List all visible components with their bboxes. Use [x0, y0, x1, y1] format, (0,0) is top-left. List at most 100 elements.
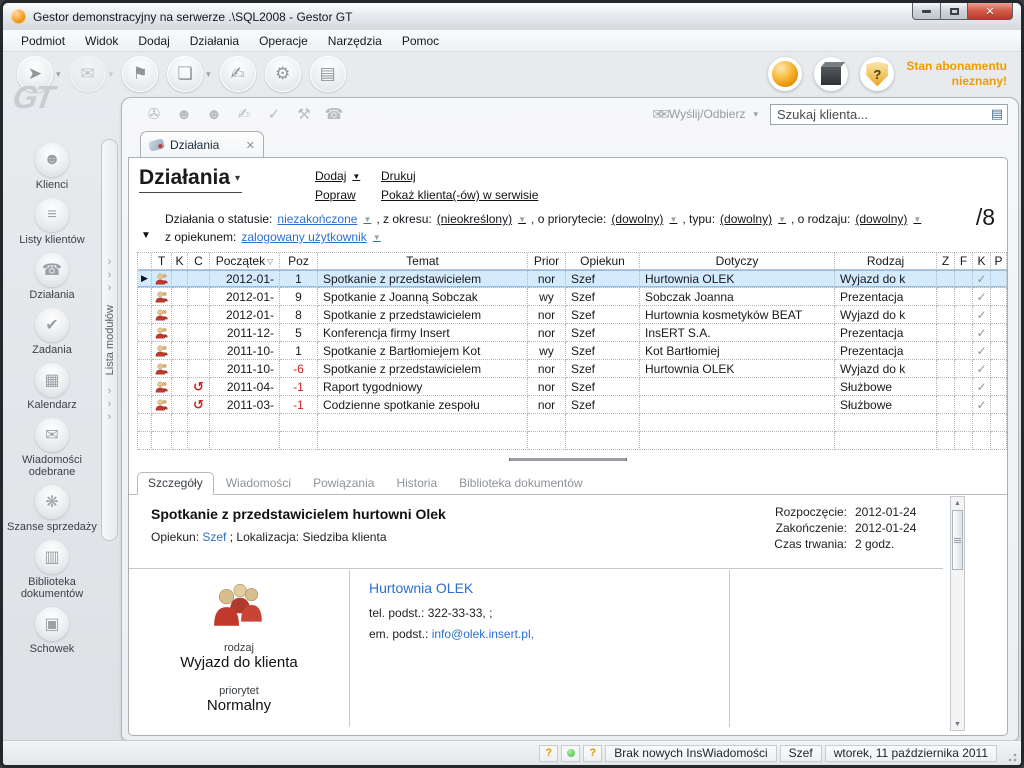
column-header-poczatek[interactable]: Początek▽: [210, 253, 280, 270]
quick-task-add-icon[interactable]: ✓: [262, 103, 286, 125]
send-message-icon[interactable]: ✉: [70, 56, 106, 92]
detail-tab-wiadomo-ci[interactable]: Wiadomości: [216, 473, 301, 494]
edit-icon[interactable]: ✍: [220, 56, 256, 92]
column-header-z[interactable]: Z: [937, 253, 955, 270]
send-receive-button[interactable]: ✉✉ Wyślij/Odbierz ▾: [652, 106, 758, 123]
sidebar-item-schowek[interactable]: ▣Schowek: [7, 607, 97, 655]
print-link[interactable]: Drukuj: [381, 169, 538, 183]
column-header-temat[interactable]: Temat: [318, 253, 528, 270]
minimize-button[interactable]: [912, 3, 941, 20]
quick-phone-icon[interactable]: ☎: [322, 103, 346, 125]
online-sphere-icon[interactable]: [768, 57, 802, 91]
sidebar-item-wiadomo-ci-odebrane[interactable]: ✉Wiadomości odebrane: [7, 418, 97, 478]
quick-client-icon[interactable]: ☻: [172, 103, 196, 125]
table-row-5[interactable]: 2011-10-1Spotkanie z Bartłomiejem KotwyS…: [138, 342, 1007, 360]
filter-expand-toggle[interactable]: ▼: [141, 230, 151, 241]
cell-z: [937, 270, 955, 288]
table-horizontal-scrollbar[interactable]: [509, 458, 627, 463]
detail-tab-szczeg-y[interactable]: Szczegóły: [137, 472, 214, 495]
sidebar-item-biblioteka-dokument-w[interactable]: ▥Biblioteka dokumentów: [7, 540, 97, 600]
column-header-rodzaj[interactable]: Rodzaj: [835, 253, 937, 270]
table-row-1[interactable]: ▶2012-01-1Spotkanie z przedstawicielemno…: [138, 270, 1007, 288]
add-link[interactable]: Dodaj▼: [315, 169, 360, 183]
column-header-p[interactable]: P: [991, 253, 1007, 270]
package-cube-icon[interactable]: [814, 57, 848, 91]
quick-note-edit-icon[interactable]: ✍: [232, 103, 256, 125]
tab-dzialania[interactable]: Działania ✕: [140, 131, 264, 158]
detail-scrollbar-thumb[interactable]: [952, 510, 963, 570]
show-client-service-link[interactable]: Pokaż klienta(-ów) w serwisie: [381, 188, 538, 202]
email-link[interactable]: info@olek.insert.pl,: [432, 627, 534, 641]
column-header-poz[interactable]: Poz: [280, 253, 318, 270]
column-header-c[interactable]: C: [188, 253, 210, 270]
sidebar-item-kalendarz[interactable]: ▦Kalendarz: [7, 363, 97, 411]
menu-item-dzia-ania[interactable]: Działania: [180, 32, 249, 50]
table-row-2[interactable]: 2012-01-9Spotkanie z Joanną SobczakwySze…: [138, 288, 1007, 306]
column-header-k2[interactable]: K: [973, 253, 991, 270]
column-header-sel[interactable]: [138, 253, 152, 270]
column-header-k1[interactable]: K: [172, 253, 188, 270]
new-document-icon[interactable]: ❏: [167, 56, 203, 92]
stamp-icon[interactable]: ⚙: [265, 56, 301, 92]
empty-cell: [152, 432, 172, 450]
table-row-8[interactable]: ↺2011-03--1Codzienne spotkanie zespołuno…: [138, 396, 1007, 414]
table-row-6[interactable]: 2011-10--6Spotkanie z przedstawicielemno…: [138, 360, 1007, 378]
column-header-dotyczy[interactable]: Dotyczy: [640, 253, 835, 270]
scroll-up-icon[interactable]: ▲: [951, 497, 964, 509]
print-icon[interactable]: ▤: [310, 56, 346, 92]
sidebar-item-zadania[interactable]: ✔Zadania: [7, 308, 97, 356]
scroll-down-icon[interactable]: ▼: [951, 718, 964, 730]
menu-item-widok[interactable]: Widok: [75, 32, 128, 50]
edit-link[interactable]: Popraw: [315, 188, 360, 202]
detail-scrollbar[interactable]: ▲ ▼: [950, 496, 965, 731]
column-header-t[interactable]: T: [152, 253, 172, 270]
client-name-link[interactable]: Hurtownia OLEK: [369, 580, 534, 596]
search-input[interactable]: [771, 107, 991, 122]
resize-grip[interactable]: [1006, 751, 1017, 762]
opiekun-link[interactable]: Szef: [202, 530, 226, 544]
sidebar-item-dzia-ania[interactable]: ☎Działania: [7, 253, 97, 301]
table-row-3[interactable]: 2012-01-8Spotkanie z przedstawicielemnor…: [138, 306, 1007, 324]
filter-value-dowolny[interactable]: (dowolny)▼: [720, 212, 786, 226]
page-title[interactable]: Działania ▾: [139, 166, 242, 193]
cell-f: [955, 324, 973, 342]
quick-stamp-icon[interactable]: ✇: [142, 103, 166, 125]
filter-value-niezako-czone[interactable]: niezakończone▼: [277, 212, 371, 226]
detail-tab-biblioteka-dokument-w[interactable]: Biblioteka dokumentów: [449, 473, 592, 494]
status-help-icon-1[interactable]: ?: [539, 745, 558, 762]
column-header-prior[interactable]: Prior: [528, 253, 566, 270]
status-connection-icon[interactable]: [561, 745, 580, 762]
license-shield-icon[interactable]: ?: [860, 57, 894, 91]
menu-item-pomoc[interactable]: Pomoc: [392, 32, 449, 50]
sidebar-item-szanse-sprzeda-y[interactable]: ❋Szanse sprzedaży: [7, 485, 97, 533]
table-row-4[interactable]: 2011-12-5Konferencja firmy InsertnorSzef…: [138, 324, 1007, 342]
sidebar-item-klienci[interactable]: ☻Klienci: [7, 143, 97, 191]
status-help-icon-2[interactable]: ?: [583, 745, 602, 762]
quick-client-add-icon[interactable]: ☻: [202, 103, 226, 125]
filter-value-dowolny[interactable]: (dowolny)▼: [611, 212, 677, 226]
menu-item-podmiot[interactable]: Podmiot: [11, 32, 75, 50]
detail-tab-historia[interactable]: Historia: [386, 473, 447, 494]
activity-person-icon: [152, 342, 172, 360]
menu-item-dodaj[interactable]: Dodaj: [128, 32, 179, 50]
flag-icon[interactable]: ⚑: [122, 56, 158, 92]
tab-close-icon[interactable]: ✕: [246, 139, 255, 152]
detail-tab-powi-zania[interactable]: Powiązania: [303, 473, 384, 494]
send-message-icon-dropdown[interactable]: ▾: [109, 69, 114, 80]
column-header-f[interactable]: F: [955, 253, 973, 270]
select-client-icon-dropdown[interactable]: ▾: [56, 69, 61, 80]
maximize-button[interactable]: [941, 3, 968, 20]
menu-item-narz-dzia[interactable]: Narzędzia: [318, 32, 392, 50]
filter-value-nieokre-lony[interactable]: (nieokreślony)▼: [437, 212, 526, 226]
filter-value-dowolny[interactable]: (dowolny)▼: [855, 212, 921, 226]
search-list-icon[interactable]: ▤: [991, 106, 1007, 122]
close-button[interactable]: ✕: [968, 3, 1013, 20]
filter-value-zalogowany-u-ytkownik[interactable]: zalogowany użytkownik▼: [241, 230, 380, 244]
quick-relation-icon[interactable]: ⚒: [292, 103, 316, 125]
menu-item-operacje[interactable]: Operacje: [249, 32, 318, 50]
new-document-icon-dropdown[interactable]: ▾: [206, 69, 211, 80]
sidebar-item-listy-klient-w[interactable]: ≡Listy klientów: [7, 198, 97, 246]
table-row-7[interactable]: ↺2011-04--1Raport tygodniowynorSzefSłużb…: [138, 378, 1007, 396]
column-header-opiekun[interactable]: Opiekun: [566, 253, 640, 270]
module-list-panel[interactable]: ››› Lista modułów ›››: [101, 139, 118, 541]
